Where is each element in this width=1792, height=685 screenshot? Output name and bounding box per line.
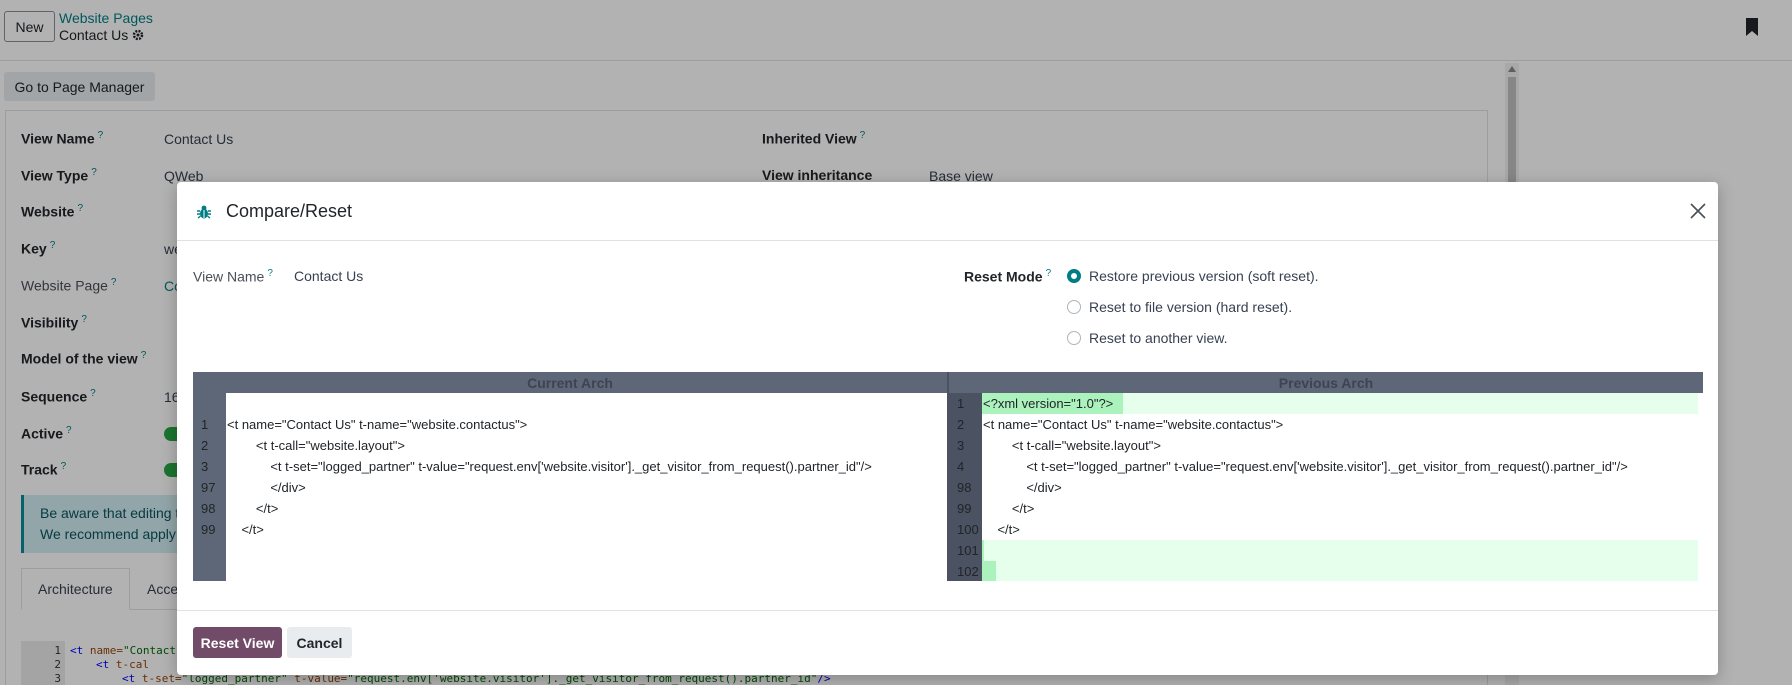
current-arch-gutter: 1 2 3 97 98 99 bbox=[193, 393, 226, 581]
view-name-value: Contact Us bbox=[294, 268, 364, 284]
line-number: 3 bbox=[957, 438, 965, 453]
previous-arch-line: </t> bbox=[983, 522, 1020, 537]
help-icon[interactable]: ? bbox=[267, 268, 273, 279]
dialog-header: Compare/Reset bbox=[177, 182, 1718, 241]
previous-arch-header: Previous Arch bbox=[949, 372, 1703, 393]
previous-arch-line: <t t-call="website.layout"> bbox=[983, 438, 1161, 453]
hard-reset-label[interactable]: Reset to file version (hard reset). bbox=[1089, 299, 1292, 315]
diff-added-highlight bbox=[982, 540, 984, 561]
reset-mode-label: Reset Mode? bbox=[964, 268, 1052, 285]
line-number: 1 bbox=[201, 417, 209, 432]
view-name-label: View Name? bbox=[193, 268, 273, 285]
line-number: 99 bbox=[201, 522, 216, 537]
previous-arch-line: <?xml version="1.0"?> bbox=[983, 396, 1114, 411]
previous-arch-line: <t t-set="logged_partner" t-value="reque… bbox=[983, 459, 1628, 474]
current-arch-line: </t> bbox=[227, 522, 264, 537]
close-icon[interactable] bbox=[1689, 202, 1707, 220]
line-number: 1 bbox=[957, 396, 965, 411]
line-number: 98 bbox=[201, 501, 216, 516]
reset-view-button[interactable]: Reset View bbox=[193, 627, 282, 658]
current-arch-line: </div> bbox=[227, 480, 306, 495]
cancel-button[interactable]: Cancel bbox=[287, 627, 352, 658]
line-number: 4 bbox=[957, 459, 965, 474]
diff-added-row bbox=[982, 540, 1698, 561]
line-number: 2 bbox=[201, 438, 209, 453]
radio-soft-reset[interactable] bbox=[1067, 269, 1081, 283]
current-arch-line: <t name="Contact Us" t-name="website.con… bbox=[227, 417, 528, 432]
line-number: 2 bbox=[957, 417, 965, 432]
dialog-footer: Reset View Cancel bbox=[177, 610, 1718, 675]
dialog-title: Compare/Reset bbox=[226, 201, 353, 221]
line-number: 97 bbox=[201, 480, 216, 495]
line-number: 101 bbox=[957, 543, 979, 558]
radio-other-view[interactable] bbox=[1067, 331, 1081, 345]
line-number: 100 bbox=[957, 522, 979, 537]
previous-arch-line: <t name="Contact Us" t-name="website.con… bbox=[983, 417, 1284, 432]
line-number: 3 bbox=[201, 459, 209, 474]
previous-arch-line: </t> bbox=[983, 501, 1035, 516]
line-number: 98 bbox=[957, 480, 972, 495]
current-arch-header: Current Arch bbox=[193, 372, 947, 393]
line-number: 99 bbox=[957, 501, 972, 516]
diff-added-highlight bbox=[982, 561, 996, 581]
help-icon[interactable]: ? bbox=[1046, 268, 1052, 279]
current-arch-line: <t t-call="website.layout"> bbox=[227, 438, 405, 453]
compare-reset-dialog: Compare/Reset View Name? Contact Us Rese… bbox=[177, 182, 1718, 675]
other-view-label[interactable]: Reset to another view. bbox=[1089, 330, 1228, 346]
soft-reset-label[interactable]: Restore previous version (soft reset). bbox=[1089, 268, 1319, 284]
current-arch-line: </t> bbox=[227, 501, 279, 516]
current-arch-line: <t t-set="logged_partner" t-value="reque… bbox=[227, 459, 872, 474]
previous-arch-line: </div> bbox=[983, 480, 1062, 495]
radio-hard-reset[interactable] bbox=[1067, 300, 1081, 314]
diff-table: Current Arch Previous Arch 1 2 3 97 98 9… bbox=[193, 372, 1703, 581]
previous-arch-gutter: 1 2 3 4 98 99 100 101 102 bbox=[949, 393, 982, 581]
diff-added-row bbox=[982, 561, 1698, 581]
line-number: 102 bbox=[957, 564, 979, 579]
bug-icon bbox=[197, 205, 211, 219]
